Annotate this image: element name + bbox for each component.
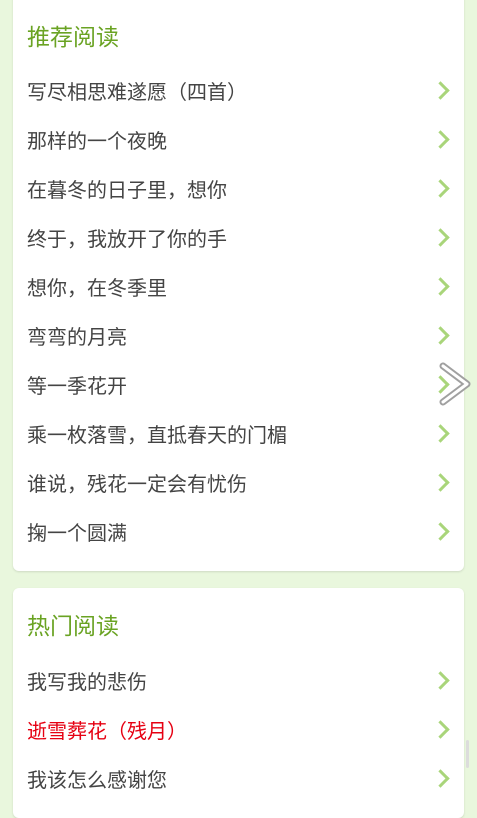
chevron-right-icon bbox=[431, 768, 450, 788]
chevron-right-icon bbox=[431, 178, 450, 198]
list-item-label: 终于，我放开了你的手 bbox=[27, 226, 227, 251]
list-item[interactable]: 写尽相思难遂愿（四首） bbox=[13, 67, 464, 116]
chevron-right-icon bbox=[431, 423, 450, 443]
recommend-section-title: 推荐阅读 bbox=[27, 25, 119, 51]
chevron-right-icon bbox=[431, 80, 450, 100]
list-item-label: 在暮冬的日子里，想你 bbox=[27, 177, 227, 202]
list-item[interactable]: 乘一枚落雪，直抵春天的门楣 bbox=[13, 410, 464, 459]
list-item-label: 写尽相思难遂愿（四首） bbox=[27, 79, 247, 104]
list-item-label: 我该怎么感谢您 bbox=[27, 767, 167, 792]
hot-section-title: 热门阅读 bbox=[27, 614, 119, 640]
list-item-label: 弯弯的月亮 bbox=[27, 324, 127, 349]
chevron-right-icon bbox=[431, 719, 450, 739]
chevron-right-icon bbox=[431, 472, 450, 492]
list-item[interactable]: 我该怎么感谢您 bbox=[13, 755, 464, 804]
hot-list: 我写我的悲伤 逝雪葬花（残月） 我该怎么感谢您 bbox=[13, 657, 464, 804]
list-item-label: 我写我的悲伤 bbox=[27, 669, 147, 694]
list-item-label: 掬一个圆满 bbox=[27, 520, 127, 545]
chevron-right-icon bbox=[431, 521, 450, 541]
list-item-label: 想你，在冬季里 bbox=[27, 275, 167, 300]
chevron-right-icon bbox=[431, 670, 450, 690]
list-item[interactable]: 等一季花开 bbox=[13, 361, 464, 410]
recommend-list: 写尽相思难遂愿（四首） 那样的一个夜晚 在暮冬的日子里，想你 终于，我放开了你的… bbox=[13, 67, 464, 557]
list-item-label: 乘一枚落雪，直抵春天的门楣 bbox=[27, 422, 287, 447]
list-item[interactable]: 谁说，残花一定会有忧伤 bbox=[13, 459, 464, 508]
chevron-right-icon bbox=[431, 325, 450, 345]
hot-card: 热门阅读 我写我的悲伤 逝雪葬花（残月） 我该怎么感谢您 bbox=[13, 588, 464, 818]
next-page-arrow-icon[interactable] bbox=[437, 362, 477, 406]
list-item-label-highlighted: 逝雪葬花（残月） bbox=[27, 718, 187, 743]
list-item[interactable]: 那样的一个夜晚 bbox=[13, 116, 464, 165]
list-item[interactable]: 终于，我放开了你的手 bbox=[13, 214, 464, 263]
chevron-right-icon bbox=[431, 129, 450, 149]
list-item[interactable]: 在暮冬的日子里，想你 bbox=[13, 165, 464, 214]
recommend-card: 推荐阅读 写尽相思难遂愿（四首） 那样的一个夜晚 在暮冬的日子里，想你 终于，我… bbox=[13, 0, 464, 571]
list-item[interactable]: 逝雪葬花（残月） bbox=[13, 706, 464, 755]
chevron-right-icon bbox=[431, 276, 450, 296]
list-item-label: 等一季花开 bbox=[27, 373, 127, 398]
list-item[interactable]: 我写我的悲伤 bbox=[13, 657, 464, 706]
list-item-label: 那样的一个夜晚 bbox=[27, 128, 167, 153]
chevron-right-icon bbox=[431, 227, 450, 247]
list-item[interactable]: 想你，在冬季里 bbox=[13, 263, 464, 312]
scrollbar-thumb[interactable] bbox=[466, 740, 469, 768]
list-item[interactable]: 弯弯的月亮 bbox=[13, 312, 464, 361]
list-item-label: 谁说，残花一定会有忧伤 bbox=[27, 471, 247, 496]
list-item[interactable]: 掬一个圆满 bbox=[13, 508, 464, 557]
